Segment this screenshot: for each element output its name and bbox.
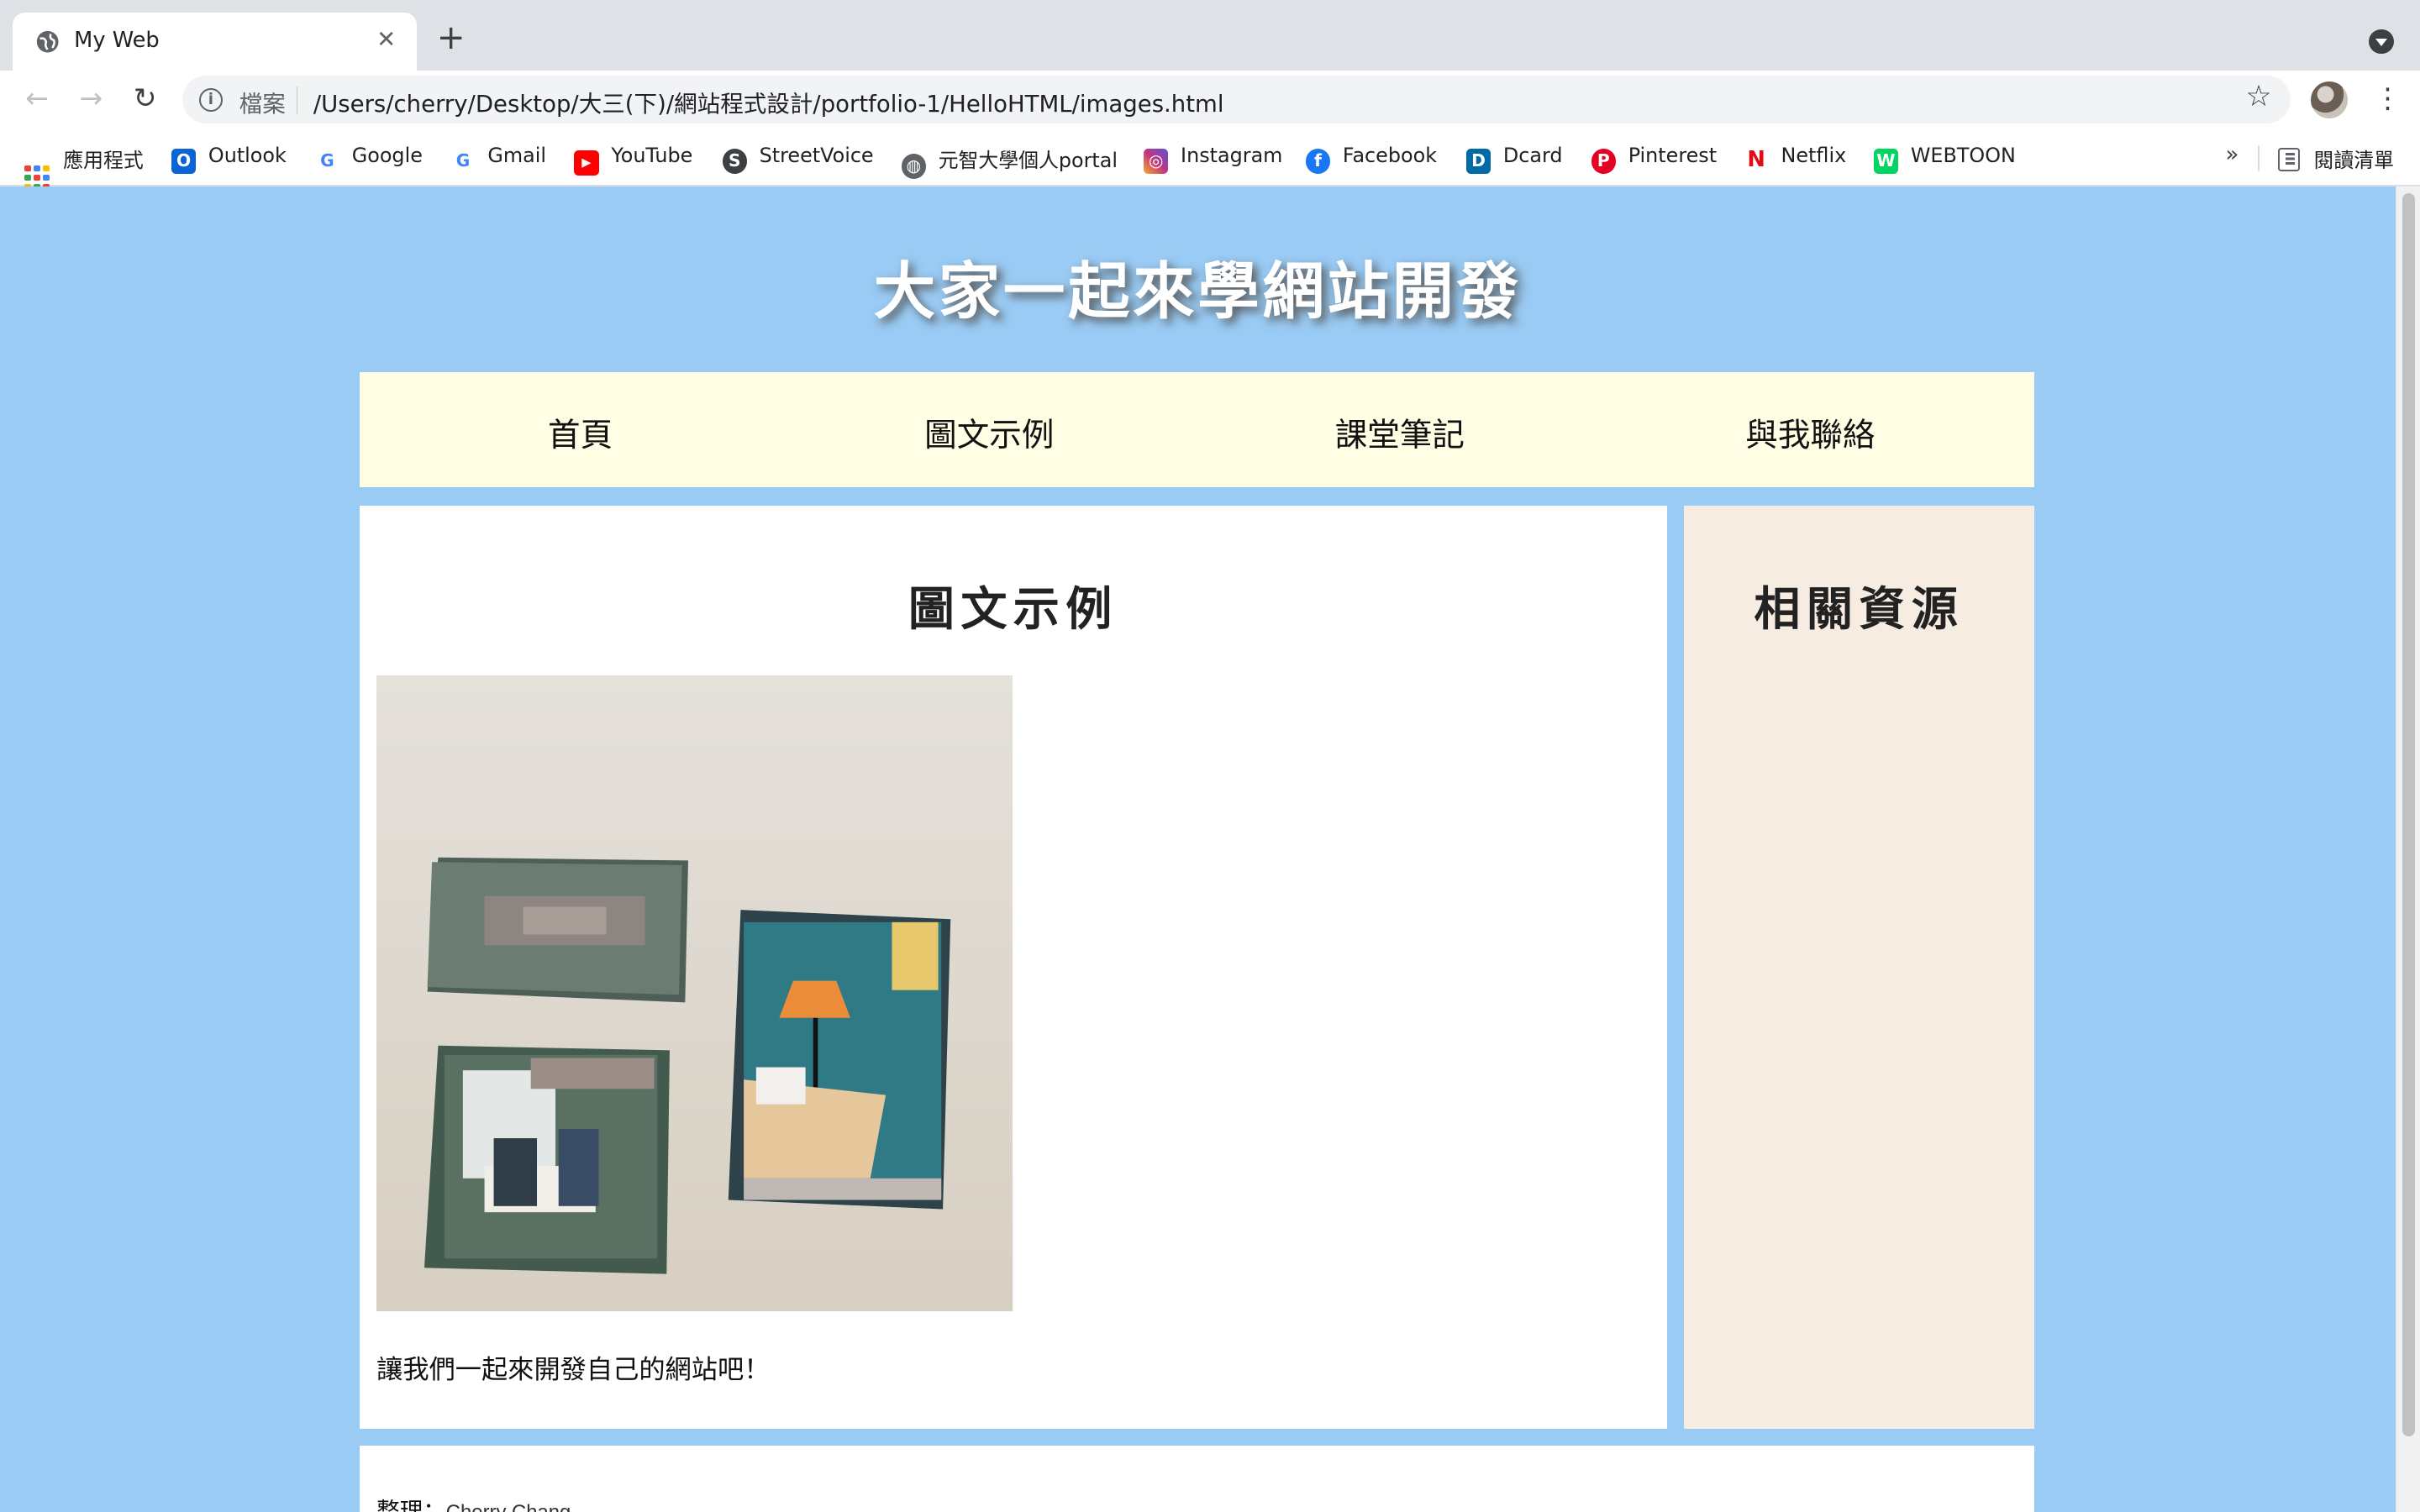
site-navbar: 首頁 圖文示例 課堂筆記 與我聯絡: [359, 371, 2034, 488]
instagram-icon: ◎: [1143, 149, 1169, 174]
bookmark-label: Gmail: [487, 143, 546, 167]
bookmark-netflix[interactable]: N Netflix: [1744, 143, 1847, 173]
site-footer: 整理：Cherry Chang: [359, 1445, 2034, 1512]
tab-title: My Web: [74, 28, 160, 54]
bookmark-label: Dcard: [1502, 143, 1563, 167]
bookmark-webtoon[interactable]: W WEBTOON: [1873, 143, 2016, 174]
bookmark-label: WEBTOON: [1910, 143, 2016, 167]
footer-label: 整理：: [376, 1498, 446, 1512]
scheme-label: 檔案: [239, 91, 286, 118]
bookmarks-divider: [2258, 144, 2260, 171]
facebook-icon: f: [1305, 149, 1331, 174]
pinterest-icon: P: [1591, 149, 1616, 174]
footer-credit: 整理：Cherry Chang: [376, 1492, 571, 1512]
photo-caption: 讓我們一起來開發自己的網站吧！: [376, 1355, 771, 1386]
bookmark-label: 應用程式: [63, 148, 144, 172]
google-icon: G: [450, 149, 476, 174]
bookmark-label: Pinterest: [1628, 143, 1718, 167]
framed-posters-image: [424, 858, 951, 1275]
bookmark-star-icon[interactable]: ☆: [2245, 80, 2271, 113]
new-tab-button[interactable]: +: [437, 20, 466, 54]
nav-class-notes[interactable]: 課堂筆記: [1335, 409, 1465, 456]
main-content: 圖文示例 讓我們一起來開發自己的網站吧！: [359, 506, 1667, 1429]
site-title: 大家一起來學網站開發: [873, 255, 1522, 328]
dcard-icon: D: [1465, 149, 1491, 174]
bookmark-dcard[interactable]: D Dcard: [1465, 143, 1563, 174]
page-scrollbar[interactable]: [2395, 186, 2420, 1512]
back-button[interactable]: ←: [20, 81, 54, 115]
forward-button[interactable]: →: [74, 81, 108, 115]
streetvoice-icon: S: [722, 149, 747, 174]
bookmark-streetvoice[interactable]: S StreetVoice: [722, 143, 874, 174]
youtube-icon: ▶: [574, 150, 599, 176]
sidebar-heading: 相關資源: [1754, 580, 1965, 636]
reading-list-label: 閱讀清單: [2313, 148, 2394, 172]
omnibox-divider: [296, 86, 298, 114]
bookmark-yzu-portal[interactable]: ◍ 元智大學個人portal: [901, 144, 1118, 179]
url-text[interactable]: /Users/cherry/Desktop/大三(下)/網站程式設計/portf…: [313, 85, 1224, 118]
page-viewport: 大家一起來學網站開發 首頁 圖文示例 課堂筆記 與我聯絡 圖文示例 讓我們一起來…: [0, 186, 2396, 1512]
google-icon: G: [314, 149, 340, 174]
address-bar[interactable]: i 檔案 /Users/cherry/Desktop/大三(下)/網站程式設計/…: [182, 75, 2291, 123]
bookmark-label: Google: [351, 143, 423, 167]
bookmarks-bar: 應用程式 O Outlook G Google G Gmail ▶ YouTube SS…: [0, 129, 2420, 191]
bookmark-instagram[interactable]: ◎ Instagram: [1143, 143, 1283, 174]
author-name: Cherry Chang: [446, 1501, 571, 1512]
bookmark-pinterest[interactable]: P Pinterest: [1591, 143, 1718, 174]
bookmark-outlook[interactable]: O Outlook: [171, 143, 287, 174]
tab-strip: My Web ✕ +: [0, 0, 2420, 71]
bookmark-google[interactable]: G Google: [314, 143, 423, 174]
outlook-icon: O: [171, 149, 197, 174]
reading-list-button[interactable]: 閱讀清單: [2277, 144, 2394, 173]
browser-menu-icon[interactable]: ⋮: [2374, 81, 2402, 114]
reload-button[interactable]: ↻: [128, 81, 161, 115]
gallery-photo: [376, 675, 1013, 1312]
bookmark-gmail[interactable]: G Gmail: [450, 143, 546, 174]
reading-list-icon: [2277, 148, 2300, 172]
webtoon-icon: W: [1873, 149, 1899, 174]
netflix-icon: N: [1744, 148, 1769, 173]
nav-home[interactable]: 首頁: [548, 409, 613, 456]
page-heading: 圖文示例: [908, 580, 1118, 636]
profile-avatar[interactable]: [2310, 81, 2348, 119]
sidebar: 相關資源: [1683, 506, 2034, 1429]
bookmarks-overflow-button[interactable]: »: [2226, 142, 2239, 167]
bookmark-label: YouTube: [611, 143, 693, 167]
bookmark-label: Outlook: [208, 143, 287, 167]
bookmark-youtube[interactable]: ▶ YouTube: [574, 143, 693, 176]
bookmark-label: Instagram: [1181, 143, 1283, 167]
close-tab-icon[interactable]: ✕: [376, 26, 396, 53]
bookmark-facebook[interactable]: f Facebook: [1305, 143, 1438, 174]
browser-tab[interactable]: My Web ✕: [12, 12, 417, 71]
site-info-icon[interactable]: i: [198, 87, 223, 112]
bookmark-label: Facebook: [1342, 143, 1438, 167]
browser-toolbar: ← → ↻ i 檔案 /Users/cherry/Desktop/大三(下)/網…: [0, 71, 2420, 130]
bookmark-label: StreetVoice: [759, 143, 874, 167]
globe-icon: [37, 30, 59, 53]
bookmark-label: Netflix: [1781, 143, 1847, 167]
tab-search-icon[interactable]: [2369, 29, 2394, 55]
nav-image-examples[interactable]: 圖文示例: [924, 409, 1054, 456]
bookmark-label: 元智大學個人portal: [938, 148, 1118, 172]
globe-icon: ◍: [901, 154, 926, 179]
bookmark-apps[interactable]: 應用程式: [24, 144, 144, 191]
nav-contact[interactable]: 與我聯絡: [1745, 409, 1875, 456]
scrollbar-thumb[interactable]: [2402, 192, 2415, 1436]
